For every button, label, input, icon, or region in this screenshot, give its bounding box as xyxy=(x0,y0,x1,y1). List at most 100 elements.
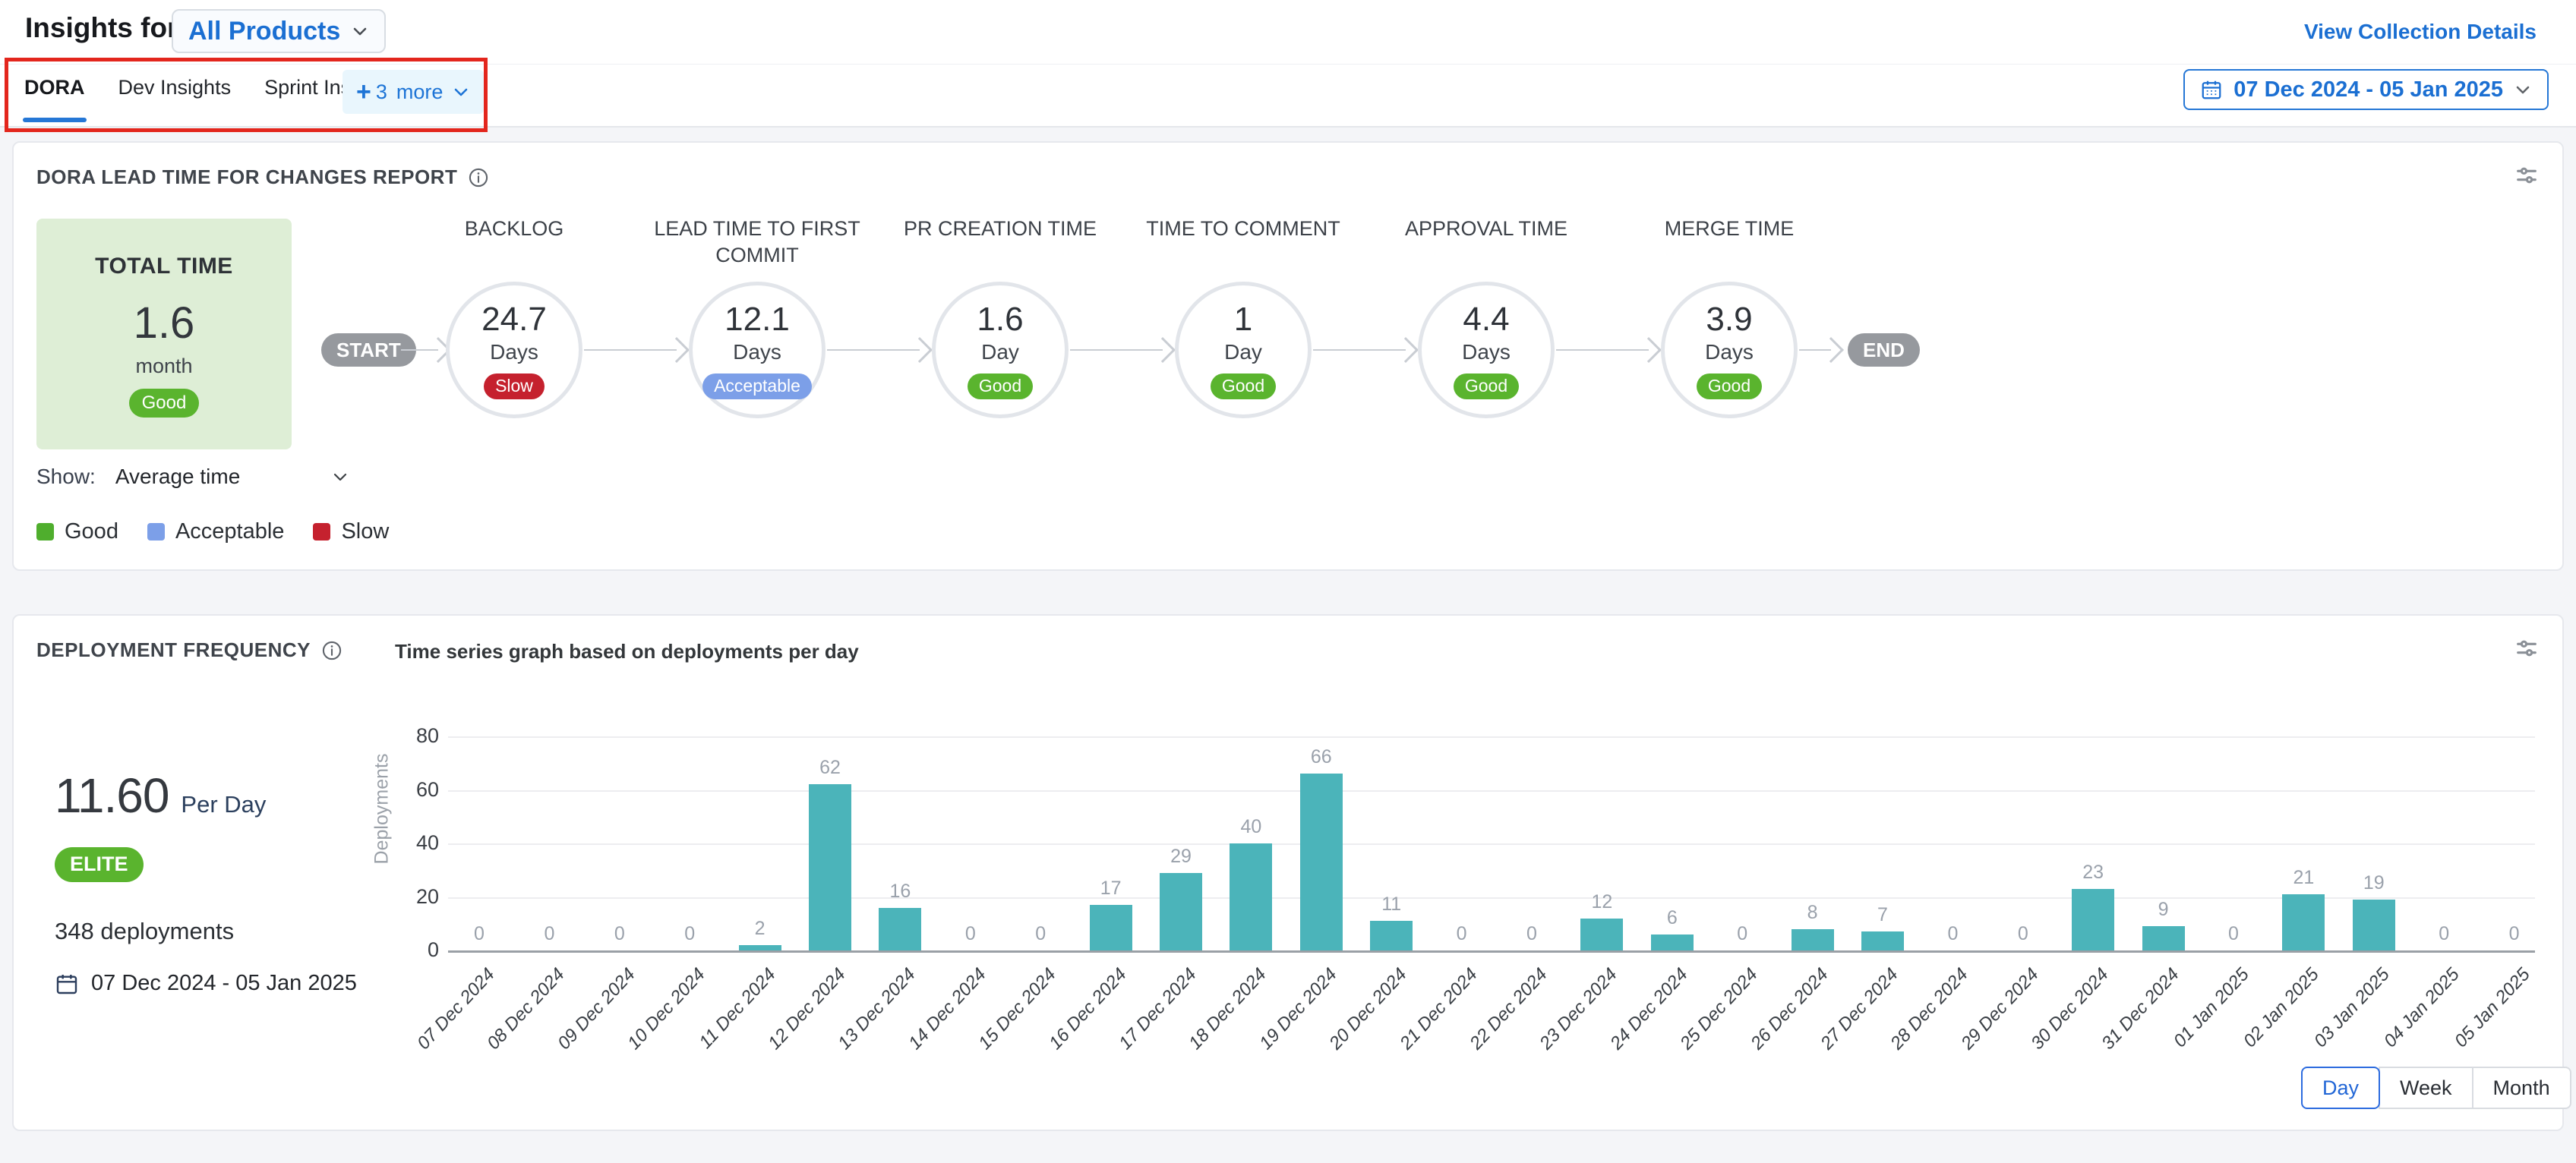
stage-connector-arrow-icon xyxy=(1393,337,1419,363)
deployment-bar[interactable] xyxy=(1651,934,1694,950)
stage-merge-time: 3.9DaysGood xyxy=(1661,282,1798,418)
stage-connector-arrow-icon xyxy=(1636,337,1662,363)
deployment-bar[interactable] xyxy=(2353,900,2395,950)
bar-value-label: 0 xyxy=(1010,923,1071,945)
page-header: Insights for All Products View Collectio… xyxy=(0,0,2576,128)
stage-label-backlog: BACKLOG xyxy=(385,216,643,242)
more-label: more xyxy=(396,80,444,104)
bar-value-label: 0 xyxy=(1922,923,1983,945)
legend-swatch-slow xyxy=(313,523,330,541)
chevron-down-icon xyxy=(452,83,470,101)
date-range-picker[interactable]: 07 Dec 2024 - 05 Jan 2025 xyxy=(2183,69,2549,110)
bar-value-label: 0 xyxy=(449,923,510,945)
bar-value-label: 0 xyxy=(589,923,650,945)
gridline xyxy=(448,790,2535,792)
stage-label-pr-creation-time: PR CREATION TIME xyxy=(871,216,1129,242)
stage-value: 12.1 xyxy=(724,301,790,339)
deployment-bar[interactable] xyxy=(1370,921,1413,950)
granularity-week[interactable]: Week xyxy=(2379,1067,2473,1109)
tab-dora[interactable]: DORA xyxy=(23,74,87,122)
deployment-bar[interactable] xyxy=(2282,894,2325,950)
view-collection-details-link[interactable]: View Collection Details xyxy=(2304,20,2537,44)
bar-value-label: 12 xyxy=(1571,891,1632,913)
stage-pr-creation-time: 1.6DayGood xyxy=(932,282,1069,418)
bar-value-label: 0 xyxy=(2413,923,2474,945)
stage-value: 1.6 xyxy=(977,301,1023,339)
y-tick-label: 60 xyxy=(348,778,439,802)
stage-unit: Days xyxy=(1462,340,1511,364)
tab-dev-insights[interactable]: Dev Insights xyxy=(117,74,233,122)
legend-label: Slow xyxy=(341,519,389,544)
pipeline-end-node: END xyxy=(1848,333,1920,367)
bar-value-label: 19 xyxy=(2344,872,2404,894)
show-selector[interactable]: Show: Average time xyxy=(36,465,349,489)
bar-value-label: 11 xyxy=(1361,894,1422,916)
bar-value-label: 0 xyxy=(1993,923,2054,945)
deployment-bar[interactable] xyxy=(1160,873,1202,950)
lead-time-pipeline: STARTBACKLOG24.7DaysSlowLEAD TIME TO FIR… xyxy=(14,143,2562,569)
stage-label-merge-time: MERGE TIME xyxy=(1600,216,1858,242)
deployment-bar[interactable] xyxy=(2142,926,2185,950)
show-value: Average time xyxy=(115,465,240,489)
deployment-bar[interactable] xyxy=(809,784,851,950)
deployment-bar[interactable] xyxy=(1792,929,1834,950)
bar-value-label: 66 xyxy=(1291,746,1352,768)
stage-rating-badge: Good xyxy=(1211,373,1276,399)
bar-value-label: 7 xyxy=(1852,904,1913,926)
deployments-bar-chart: 020406080Deployments007 Dec 2024008 Dec … xyxy=(14,616,2562,1130)
gridline xyxy=(448,843,2535,845)
stage-label-approval-time: APPROVAL TIME xyxy=(1357,216,1615,242)
bar-value-label: 17 xyxy=(1081,878,1141,900)
deployment-bar[interactable] xyxy=(2072,889,2114,950)
insights-tab-bar: DORADev InsightsSprint Insights xyxy=(23,74,396,122)
stage-connector-line xyxy=(827,349,920,351)
bar-value-label: 0 xyxy=(940,923,1001,945)
stage-connector-line xyxy=(584,349,677,351)
bar-value-label: 23 xyxy=(2063,862,2123,884)
bar-value-label: 0 xyxy=(1712,923,1773,945)
y-tick-label: 20 xyxy=(348,885,439,909)
legend-swatch-good xyxy=(36,523,54,541)
date-range-label: 07 Dec 2024 - 05 Jan 2025 xyxy=(2233,77,2503,102)
stage-rating-badge: Slow xyxy=(484,373,545,399)
stage-value: 3.9 xyxy=(1706,301,1752,339)
deployment-bar[interactable] xyxy=(1580,919,1623,950)
deployment-bar[interactable] xyxy=(879,908,921,950)
stage-rating-badge: Good xyxy=(968,373,1033,399)
gridline xyxy=(448,736,2535,738)
bar-value-label: 0 xyxy=(519,923,579,945)
deployment-bar[interactable] xyxy=(1090,905,1132,950)
stage-unit: Day xyxy=(1224,340,1262,364)
rating-legend: GoodAcceptableSlow xyxy=(36,519,389,544)
chevron-down-icon xyxy=(2514,80,2532,99)
deployment-bar[interactable] xyxy=(1861,931,1904,950)
y-tick-label: 0 xyxy=(348,938,439,962)
product-selector-dropdown[interactable]: All Products xyxy=(172,9,386,53)
bar-value-label: 0 xyxy=(2484,923,2545,945)
bar-value-label: 8 xyxy=(1782,902,1843,924)
bar-value-label: 21 xyxy=(2273,867,2334,889)
gridline xyxy=(448,897,2535,899)
stage-backlog: 24.7DaysSlow xyxy=(446,282,582,418)
bar-value-label: 0 xyxy=(659,923,720,945)
deployment-bar[interactable] xyxy=(739,945,781,950)
stage-connector-line xyxy=(1556,349,1649,351)
header-divider xyxy=(0,64,2576,65)
bar-value-label: 0 xyxy=(2203,923,2264,945)
stage-connector-line xyxy=(1313,349,1406,351)
deployment-bar[interactable] xyxy=(1230,843,1272,950)
bar-value-label: 40 xyxy=(1220,816,1281,838)
legend-label: Acceptable xyxy=(175,519,285,544)
more-tabs-dropdown[interactable]: + 3 more xyxy=(343,70,484,114)
y-tick-label: 40 xyxy=(348,831,439,855)
y-tick-label: 80 xyxy=(348,724,439,748)
legend-item-slow: Slow xyxy=(313,519,389,544)
deployment-bar[interactable] xyxy=(1300,774,1343,950)
granularity-day[interactable]: Day xyxy=(2301,1067,2380,1109)
stage-value: 4.4 xyxy=(1463,301,1509,339)
page-title: Insights for xyxy=(25,12,178,44)
bar-value-label: 16 xyxy=(870,881,930,903)
granularity-month[interactable]: Month xyxy=(2472,1067,2571,1109)
bar-value-label: 0 xyxy=(1432,923,1492,945)
bar-value-label: 29 xyxy=(1151,846,1211,868)
